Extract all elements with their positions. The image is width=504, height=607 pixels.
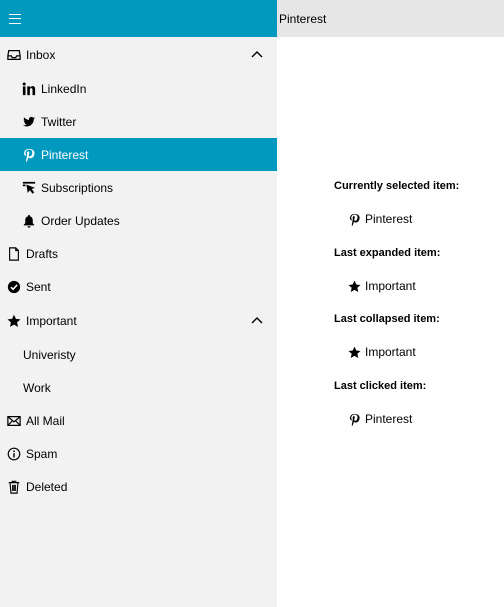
nav-label-work: Work [23, 380, 51, 395]
nav-item-linkedin[interactable]: LinkedIn [0, 72, 277, 105]
nav-label-pinterest: Pinterest [41, 147, 89, 162]
selected-item-text: Pinterest [365, 212, 413, 226]
nav-label-subscriptions: Subscriptions [41, 180, 114, 195]
nav-item-order-updates[interactable]: Order Updates [0, 204, 277, 237]
nav-item-pinterest[interactable]: Pinterest [0, 138, 277, 171]
nav-item-university[interactable]: Univeristy [0, 338, 277, 371]
nav-item-all-mail[interactable]: All Mail [0, 404, 277, 437]
trash-icon [6, 479, 22, 495]
content-title-bar: Pinterest [277, 0, 504, 37]
star-icon [348, 346, 361, 358]
nav-label-order-updates: Order Updates [41, 213, 120, 228]
nav-item-twitter[interactable]: Twitter [0, 105, 277, 138]
subscriptions-icon [21, 180, 37, 196]
nav-label-deleted: Deleted [26, 479, 68, 494]
chevron-up-icon[interactable] [251, 49, 263, 59]
pinterest-icon [349, 413, 360, 426]
expanded-item-text: Important [365, 279, 416, 293]
nav-label-university: Univeristy [23, 347, 76, 362]
nav-item-important[interactable]: Important [0, 304, 277, 337]
nav-item-drafts[interactable]: Drafts [0, 237, 277, 270]
nav-label-drafts: Drafts [26, 246, 59, 261]
clicked-item-label: Last clicked item: [334, 380, 427, 392]
linkedin-icon [21, 81, 37, 97]
pinterest-icon [21, 147, 37, 163]
pinterest-icon [349, 213, 360, 226]
expanded-item-value: Important [348, 279, 416, 293]
nav-item-subscriptions[interactable]: Subscriptions [0, 171, 277, 204]
nav-label-important: Important [26, 313, 77, 328]
nav-item-deleted[interactable]: Deleted [0, 470, 277, 503]
page-title: Pinterest [279, 11, 327, 26]
twitter-icon [21, 114, 37, 130]
check-circle-icon [6, 279, 22, 295]
navigation-pane: Inbox LinkedIn Twitter Pinterest Subscri… [0, 0, 277, 607]
nav-label-linkedin: LinkedIn [41, 81, 87, 96]
nav-label-spam: Spam [26, 446, 58, 461]
collapsed-item-value: Important [348, 345, 416, 359]
inbox-icon [6, 47, 22, 63]
chevron-up-icon[interactable] [251, 315, 263, 325]
clicked-item-text: Pinterest [365, 412, 413, 426]
collapsed-item-text: Important [365, 345, 416, 359]
nav-label-all-mail: All Mail [26, 413, 65, 428]
expanded-item-label: Last expanded item: [334, 247, 441, 259]
collapsed-item-label: Last collapsed item: [334, 313, 440, 325]
mail-icon [6, 413, 22, 429]
selected-item-label: Currently selected item: [334, 180, 460, 192]
nav-label-twitter: Twitter [41, 114, 77, 129]
info-icon [6, 446, 22, 462]
pane-header [0, 0, 277, 37]
star-icon [6, 313, 22, 329]
nav-item-sent[interactable]: Sent [0, 270, 277, 303]
clicked-item-value: Pinterest [348, 412, 412, 426]
nav-item-inbox[interactable]: Inbox [0, 38, 277, 71]
nav-item-work[interactable]: Work [0, 371, 277, 404]
selected-item-value: Pinterest [348, 212, 412, 226]
star-icon [348, 280, 361, 292]
nav-item-spam[interactable]: Spam [0, 437, 277, 470]
document-icon [6, 246, 22, 262]
hamburger-menu-icon[interactable] [9, 13, 21, 24]
nav-label-inbox: Inbox [26, 47, 56, 62]
nav-label-sent: Sent [26, 279, 51, 294]
bell-icon [21, 213, 37, 229]
